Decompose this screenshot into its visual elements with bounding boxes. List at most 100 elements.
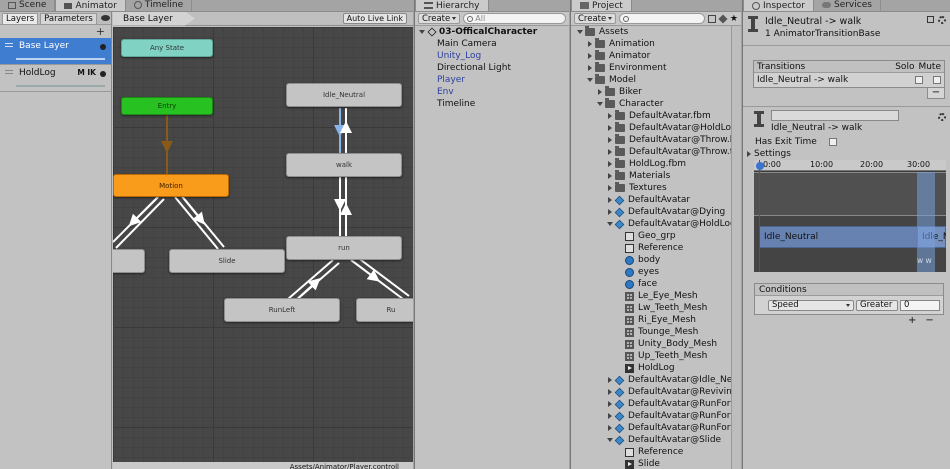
- expand-arrow-icon[interactable]: [606, 125, 613, 131]
- condition-operator-select[interactable]: Greater: [856, 299, 898, 311]
- project-item[interactable]: face: [571, 278, 741, 290]
- project-item[interactable]: DefaultAvatar.fbm: [571, 110, 741, 122]
- tab-services[interactable]: Services: [814, 0, 881, 11]
- project-item[interactable]: DefaultAvatar@Throw.bck: [571, 134, 741, 146]
- project-item[interactable]: DefaultAvatar@Idle_Neutra: [571, 374, 741, 386]
- project-item[interactable]: DefaultAvatar@Reviving: [571, 386, 741, 398]
- project-item[interactable]: Up_Teeth_Mesh: [571, 350, 741, 362]
- scene-root[interactable]: 03-OfficalCharacter: [415, 26, 569, 38]
- settings-foldout[interactable]: Settings: [743, 148, 950, 160]
- state-idle-neutral[interactable]: Idle_Neutral: [286, 83, 402, 107]
- gear-icon[interactable]: [100, 71, 106, 77]
- expand-arrow-icon[interactable]: [576, 30, 583, 34]
- add-condition-button[interactable]: +: [908, 315, 916, 326]
- expand-arrow-icon[interactable]: [606, 425, 613, 431]
- project-item[interactable]: DefaultAvatar@Throw.fbm: [571, 146, 741, 158]
- project-item[interactable]: Assets: [571, 26, 741, 38]
- state-slide[interactable]: Slide: [169, 249, 285, 273]
- project-item[interactable]: Animation: [571, 38, 741, 50]
- expand-arrow-icon[interactable]: [606, 401, 613, 407]
- condition-value-field[interactable]: 0: [900, 299, 940, 311]
- project-item[interactable]: DefaultAvatar@RunForwar: [571, 410, 741, 422]
- transition-row[interactable]: Idle_Neutral -> walk: [754, 73, 944, 87]
- filter-type-icon[interactable]: [707, 14, 716, 23]
- hierarchy-item[interactable]: Unity_Log: [415, 50, 569, 62]
- expand-arrow-icon[interactable]: [606, 197, 613, 203]
- hierarchy-item[interactable]: Timeline: [415, 98, 569, 110]
- project-item[interactable]: DefaultAvatar@RunForwar: [571, 422, 741, 434]
- tab-hierarchy[interactable]: Hierarchy: [415, 0, 489, 11]
- state-run-right[interactable]: Ru: [356, 298, 413, 322]
- gear-icon[interactable]: [100, 44, 106, 50]
- project-item[interactable]: Model: [571, 74, 741, 86]
- layer-holdlog[interactable]: HoldLog M IK: [0, 65, 111, 92]
- project-item[interactable]: Slide: [571, 458, 741, 469]
- hierarchy-item[interactable]: Env: [415, 86, 569, 98]
- gear-icon[interactable]: [938, 113, 946, 121]
- expand-arrow-icon[interactable]: [606, 209, 613, 215]
- transition-timeline[interactable]: 0:00 10:00 20:00 30:00 Idle_Neutral Idle…: [754, 160, 946, 272]
- remove-condition-button[interactable]: −: [925, 315, 933, 326]
- state-machine-graph[interactable]: Any State Entry Motion Idle_Neutral walk…: [113, 27, 413, 462]
- expand-arrow-icon[interactable]: [596, 89, 603, 95]
- has-exit-time-checkbox[interactable]: [828, 138, 837, 146]
- hierarchy-item[interactable]: Directional Light: [415, 62, 569, 74]
- expand-arrow-icon[interactable]: [586, 41, 593, 47]
- transition-name-field[interactable]: [771, 110, 899, 121]
- drag-handle-icon[interactable]: [5, 43, 13, 49]
- tab-timeline[interactable]: Timeline: [126, 0, 193, 11]
- project-item[interactable]: Unity_Body_Mesh: [571, 338, 741, 350]
- mute-checkbox[interactable]: [933, 76, 941, 84]
- eye-icon[interactable]: [100, 15, 110, 21]
- expand-arrow-icon[interactable]: [419, 30, 425, 34]
- expand-arrow-icon[interactable]: [606, 113, 613, 119]
- project-item[interactable]: Environment: [571, 62, 741, 74]
- expand-arrow-icon[interactable]: [606, 149, 613, 155]
- expand-arrow-icon[interactable]: [606, 389, 613, 395]
- state-runleft[interactable]: RunLeft: [224, 298, 340, 322]
- project-item[interactable]: DefaultAvatar@RunForwar: [571, 398, 741, 410]
- breadcrumb[interactable]: Base Layer: [113, 11, 195, 26]
- expand-arrow-icon[interactable]: [606, 222, 613, 226]
- project-scrollbar[interactable]: [731, 26, 741, 469]
- state-any-state[interactable]: Any State: [121, 39, 213, 57]
- project-item[interactable]: Ri_Eye_Mesh: [571, 314, 741, 326]
- project-item[interactable]: DefaultAvatar: [571, 194, 741, 206]
- project-item[interactable]: HoldLog.fbm: [571, 158, 741, 170]
- project-item[interactable]: DefaultAvatar@HoldLog.fbm: [571, 122, 741, 134]
- expand-arrow-icon[interactable]: [606, 438, 613, 442]
- playhead[interactable]: [759, 160, 760, 272]
- state-left-partial[interactable]: [113, 249, 145, 273]
- add-layer-button[interactable]: +: [96, 25, 105, 38]
- project-item[interactable]: Textures: [571, 182, 741, 194]
- expand-arrow-icon[interactable]: [606, 137, 613, 143]
- project-search-input[interactable]: [619, 13, 705, 24]
- gear-icon[interactable]: [938, 16, 946, 24]
- project-item[interactable]: DefaultAvatar@Dying: [571, 206, 741, 218]
- state-motion[interactable]: Motion: [113, 174, 229, 197]
- tab-inspector[interactable]: Inspector: [743, 0, 814, 11]
- auto-live-link-button[interactable]: Auto Live Link: [342, 13, 407, 24]
- project-create-button[interactable]: Create: [574, 13, 617, 24]
- expand-arrow-icon[interactable]: [606, 161, 613, 167]
- tab-parameters[interactable]: Parameters: [40, 12, 97, 24]
- layer-base-layer[interactable]: Base Layer: [0, 38, 111, 65]
- transition-motion-slide[interactable]: [174, 196, 219, 250]
- project-item[interactable]: Le_Eye_Mesh: [571, 290, 741, 302]
- tab-animator[interactable]: Animator: [55, 0, 126, 11]
- project-item[interactable]: Lw_Teeth_Mesh: [571, 302, 741, 314]
- expand-arrow-icon[interactable]: [586, 78, 593, 82]
- drag-handle-icon[interactable]: [5, 70, 13, 76]
- project-item[interactable]: Geo_grp: [571, 230, 741, 242]
- project-item[interactable]: DefaultAvatar@HoldLog: [571, 218, 741, 230]
- expand-arrow-icon[interactable]: [586, 53, 593, 59]
- expand-arrow-icon[interactable]: [606, 413, 613, 419]
- project-item[interactable]: eyes: [571, 266, 741, 278]
- project-item[interactable]: Reference: [571, 446, 741, 458]
- condition-param-select[interactable]: Speed: [768, 299, 854, 311]
- state-walk[interactable]: walk: [286, 153, 402, 177]
- expand-arrow-icon[interactable]: [606, 377, 613, 383]
- expand-arrow-icon[interactable]: [606, 173, 613, 179]
- hierarchy-search-input[interactable]: All: [463, 13, 566, 24]
- tab-scene[interactable]: Scene: [0, 0, 56, 11]
